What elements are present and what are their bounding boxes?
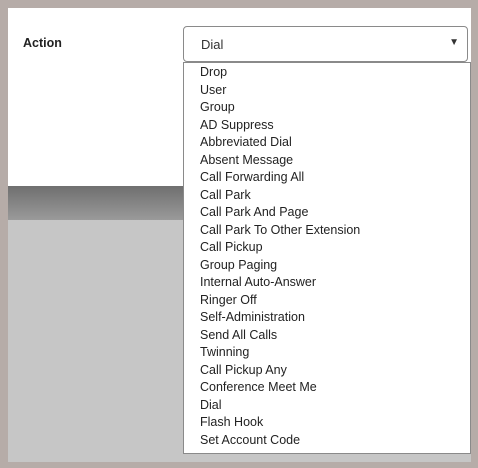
dropdown-option[interactable]: User	[184, 82, 470, 100]
dropdown-option[interactable]: Call Park	[184, 187, 470, 205]
dropdown-option[interactable]: Set Account Code	[184, 432, 470, 450]
dropdown-option[interactable]: Twinning	[184, 344, 470, 362]
dropdown-option[interactable]: Abbreviated Dial	[184, 134, 470, 152]
dropdown-option[interactable]: Conference Meet Me	[184, 379, 470, 397]
background-panel: Action Dial ▼ Drop User Group AD Suppress Ab…	[8, 8, 471, 462]
dropdown-option[interactable]: Call Forwarding All	[184, 169, 470, 187]
dropdown-option[interactable]: Call Park And Page	[184, 204, 470, 222]
action-select-value: Dial	[201, 37, 224, 52]
action-label: Action	[23, 36, 62, 50]
dropdown-option[interactable]: Self-Administration	[184, 309, 470, 327]
dropdown-option[interactable]: AD Suppress	[184, 117, 470, 135]
dropdown-option[interactable]: Flash Hook	[184, 414, 470, 432]
dropdown-option[interactable]: Internal Auto-Answer	[184, 274, 470, 292]
dropdown-option[interactable]: Dial	[184, 397, 470, 415]
dropdown-option[interactable]: Drop	[184, 64, 470, 82]
caret-down-icon: ▼	[449, 37, 459, 48]
action-dropdown-list[interactable]: Drop User Group AD Suppress Abbreviated Dial…	[183, 62, 471, 454]
dropdown-option[interactable]: Call Pickup	[184, 239, 470, 257]
dropdown-option[interactable]: Group	[184, 99, 470, 117]
dropdown-option[interactable]: Send All Calls	[184, 327, 470, 345]
action-select[interactable]: Dial ▼	[183, 26, 468, 62]
dropdown-option[interactable]: Call Pickup Any	[184, 362, 470, 380]
dropdown-option[interactable]: Absent Message	[184, 152, 470, 170]
dropdown-option[interactable]: Ringer Off	[184, 292, 470, 310]
dropdown-option[interactable]: Call Park To Other Extension	[184, 222, 470, 240]
dropdown-option[interactable]: Group Paging	[184, 257, 470, 275]
